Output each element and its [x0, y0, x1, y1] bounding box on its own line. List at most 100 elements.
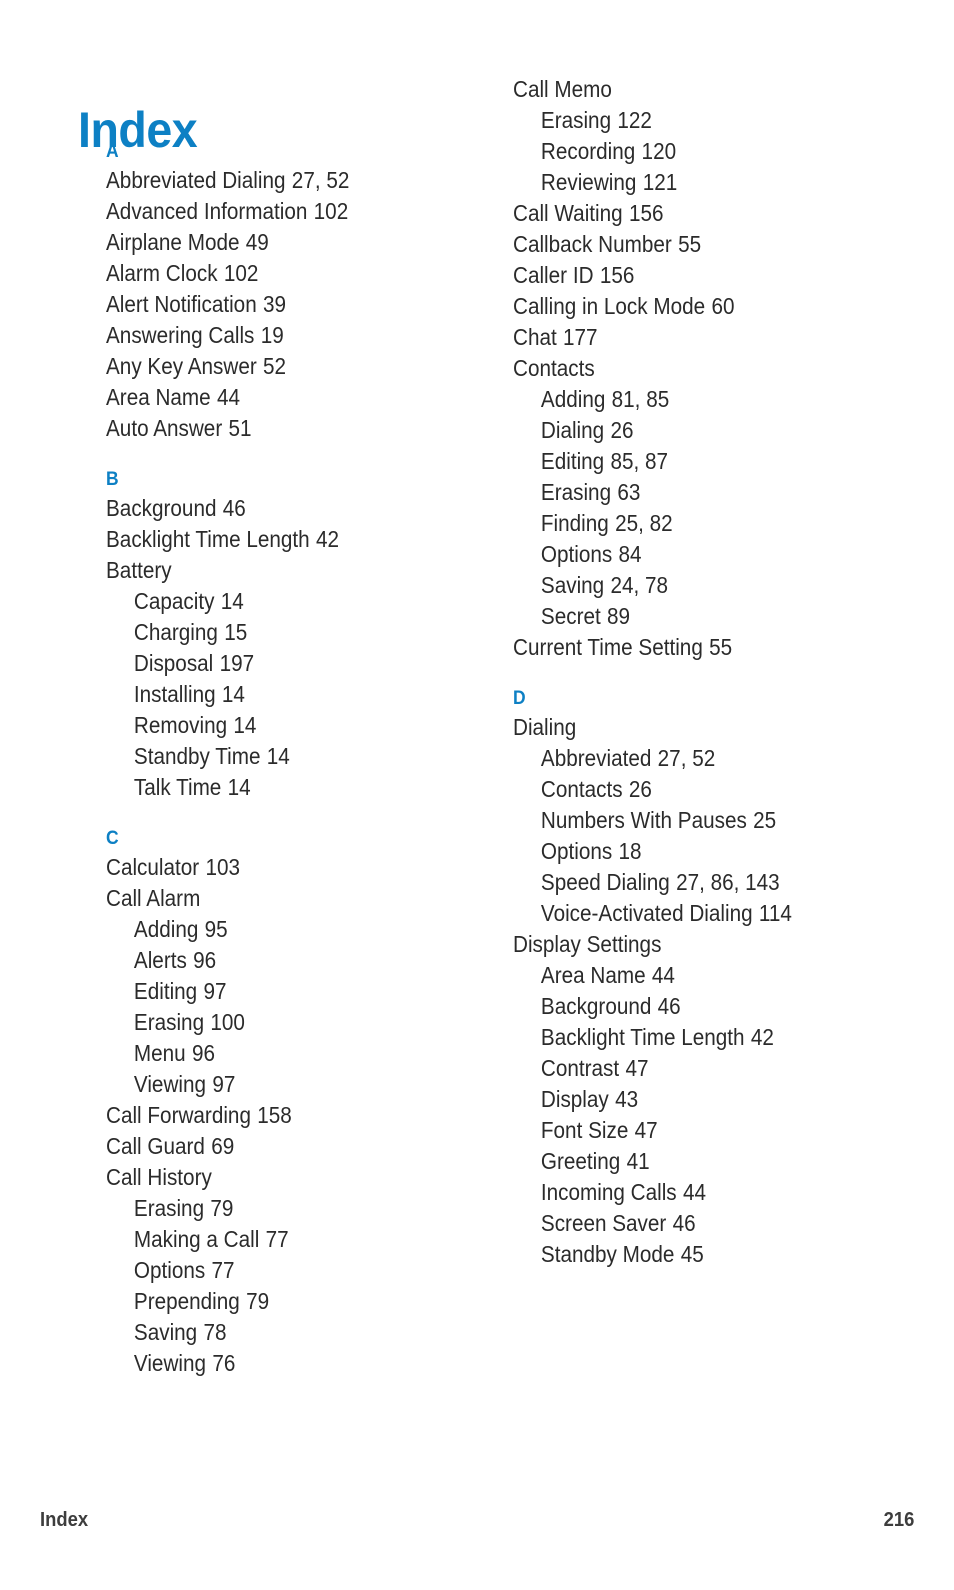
- index-entry-pages[interactable]: 95: [205, 916, 228, 942]
- index-entry-pages[interactable]: 55: [678, 231, 701, 257]
- index-entry[interactable]: Backlight Time Length 42: [106, 524, 466, 555]
- index-subentry[interactable]: Secret 89: [513, 601, 873, 632]
- index-subentry[interactable]: Installing 14: [106, 679, 466, 710]
- index-entry-pages[interactable]: 25, 82: [615, 510, 673, 536]
- index-entry-pages[interactable]: 25: [753, 807, 776, 833]
- index-entry-pages[interactable]: 49: [246, 229, 269, 255]
- index-subentry[interactable]: Display 43: [513, 1084, 873, 1115]
- index-entry-pages[interactable]: 18: [619, 838, 642, 864]
- index-subentry[interactable]: Saving 78: [106, 1317, 466, 1348]
- index-entry-pages[interactable]: 103: [205, 854, 240, 880]
- index-entry[interactable]: Any Key Answer 52: [106, 351, 466, 382]
- index-entry-pages[interactable]: 55: [709, 634, 732, 660]
- index-subentry[interactable]: Speed Dialing 27, 86, 143: [513, 867, 873, 898]
- index-entry[interactable]: Caller ID 156: [513, 260, 873, 291]
- index-subentry[interactable]: Standby Mode 45: [513, 1239, 873, 1270]
- index-subentry[interactable]: Erasing 122: [513, 105, 873, 136]
- index-subentry[interactable]: Options 84: [513, 539, 873, 570]
- index-subentry[interactable]: Abbreviated 27, 52: [513, 743, 873, 774]
- index-entry[interactable]: Battery: [106, 555, 466, 586]
- index-subentry[interactable]: Adding 81, 85: [513, 384, 873, 415]
- index-subentry[interactable]: Font Size 47: [513, 1115, 873, 1146]
- index-entry-pages[interactable]: 96: [193, 947, 216, 973]
- index-subentry[interactable]: Finding 25, 82: [513, 508, 873, 539]
- index-subentry[interactable]: Disposal 197: [106, 648, 466, 679]
- index-entry-pages[interactable]: 45: [681, 1241, 704, 1267]
- index-entry-pages[interactable]: 39: [263, 291, 286, 317]
- index-entry[interactable]: Advanced Information 102: [106, 196, 466, 227]
- index-subentry[interactable]: Editing 97: [106, 976, 466, 1007]
- index-entry[interactable]: Calculator 103: [106, 852, 466, 883]
- index-subentry[interactable]: Saving 24, 78: [513, 570, 873, 601]
- index-entry-pages[interactable]: 114: [759, 900, 792, 926]
- index-entry[interactable]: Call Alarm: [106, 883, 466, 914]
- index-entry[interactable]: Call Waiting 156: [513, 198, 873, 229]
- index-entry[interactable]: Call Forwarding 158: [106, 1100, 466, 1131]
- index-entry-pages[interactable]: 14: [222, 681, 245, 707]
- index-subentry[interactable]: Contacts 26: [513, 774, 873, 805]
- index-entry-pages[interactable]: 102: [224, 260, 259, 286]
- index-entry-pages[interactable]: 44: [683, 1179, 706, 1205]
- index-entry-pages[interactable]: 27, 52: [658, 745, 716, 771]
- index-entry-pages[interactable]: 120: [642, 138, 677, 164]
- index-subentry[interactable]: Screen Saver 46: [513, 1208, 873, 1239]
- index-entry[interactable]: Calling in Lock Mode 60: [513, 291, 873, 322]
- index-entry[interactable]: Display Settings: [513, 929, 873, 960]
- index-entry-pages[interactable]: 19: [261, 322, 284, 348]
- index-entry-pages[interactable]: 14: [267, 743, 290, 769]
- index-entry[interactable]: Callback Number 55: [513, 229, 873, 260]
- index-entry-pages[interactable]: 51: [229, 415, 252, 441]
- index-entry-pages[interactable]: 24, 78: [610, 572, 668, 598]
- index-entry-pages[interactable]: 177: [563, 324, 598, 350]
- index-entry-pages[interactable]: 78: [203, 1319, 226, 1345]
- index-subentry[interactable]: Menu 96: [106, 1038, 466, 1069]
- index-entry-pages[interactable]: 15: [224, 619, 247, 645]
- index-subentry[interactable]: Dialing 26: [513, 415, 873, 446]
- index-entry-pages[interactable]: 47: [625, 1055, 648, 1081]
- index-subentry[interactable]: Incoming Calls 44: [513, 1177, 873, 1208]
- index-subentry[interactable]: Contrast 47: [513, 1053, 873, 1084]
- index-entry-pages[interactable]: 14: [233, 712, 256, 738]
- index-entry-pages[interactable]: 97: [203, 978, 226, 1004]
- index-subentry[interactable]: Charging 15: [106, 617, 466, 648]
- index-entry[interactable]: Background 46: [106, 493, 466, 524]
- index-entry[interactable]: Abbreviated Dialing 27, 52: [106, 165, 466, 196]
- index-entry-pages[interactable]: 96: [192, 1040, 215, 1066]
- index-entry-pages[interactable]: 47: [635, 1117, 658, 1143]
- index-entry[interactable]: Current Time Setting 55: [513, 632, 873, 663]
- index-entry-pages[interactable]: 85, 87: [610, 448, 668, 474]
- index-entry-pages[interactable]: 27, 52: [292, 167, 350, 193]
- index-subentry[interactable]: Reviewing 121: [513, 167, 873, 198]
- index-subentry[interactable]: Prepending 79: [106, 1286, 466, 1317]
- index-entry-pages[interactable]: 43: [615, 1086, 638, 1112]
- index-entry-pages[interactable]: 76: [212, 1350, 235, 1376]
- index-entry-pages[interactable]: 158: [257, 1102, 292, 1128]
- index-subentry[interactable]: Adding 95: [106, 914, 466, 945]
- index-entry[interactable]: Answering Calls 19: [106, 320, 466, 351]
- index-subentry[interactable]: Recording 120: [513, 136, 873, 167]
- index-entry-pages[interactable]: 63: [617, 479, 640, 505]
- index-subentry[interactable]: Editing 85, 87: [513, 446, 873, 477]
- index-entry-pages[interactable]: 46: [673, 1210, 696, 1236]
- index-entry-pages[interactable]: 52: [263, 353, 286, 379]
- index-entry-pages[interactable]: 79: [210, 1195, 233, 1221]
- index-entry-pages[interactable]: 102: [314, 198, 349, 224]
- index-entry[interactable]: Auto Answer 51: [106, 413, 466, 444]
- index-subentry[interactable]: Backlight Time Length 42: [513, 1022, 873, 1053]
- index-entry-pages[interactable]: 41: [627, 1148, 650, 1174]
- index-entry-pages[interactable]: 27, 86, 143: [676, 869, 780, 895]
- index-subentry[interactable]: Options 18: [513, 836, 873, 867]
- index-subentry[interactable]: Erasing 79: [106, 1193, 466, 1224]
- index-subentry[interactable]: Erasing 100: [106, 1007, 466, 1038]
- index-entry-pages[interactable]: 69: [211, 1133, 234, 1159]
- index-subentry[interactable]: Alerts 96: [106, 945, 466, 976]
- index-entry[interactable]: Chat 177: [513, 322, 873, 353]
- index-subentry[interactable]: Erasing 63: [513, 477, 873, 508]
- index-entry[interactable]: Call Memo: [513, 74, 873, 105]
- index-entry-pages[interactable]: 46: [223, 495, 246, 521]
- index-entry[interactable]: Alert Notification 39: [106, 289, 466, 320]
- index-subentry[interactable]: Making a Call 77: [106, 1224, 466, 1255]
- index-subentry[interactable]: Removing 14: [106, 710, 466, 741]
- index-entry[interactable]: Call History: [106, 1162, 466, 1193]
- index-entry-pages[interactable]: 60: [711, 293, 734, 319]
